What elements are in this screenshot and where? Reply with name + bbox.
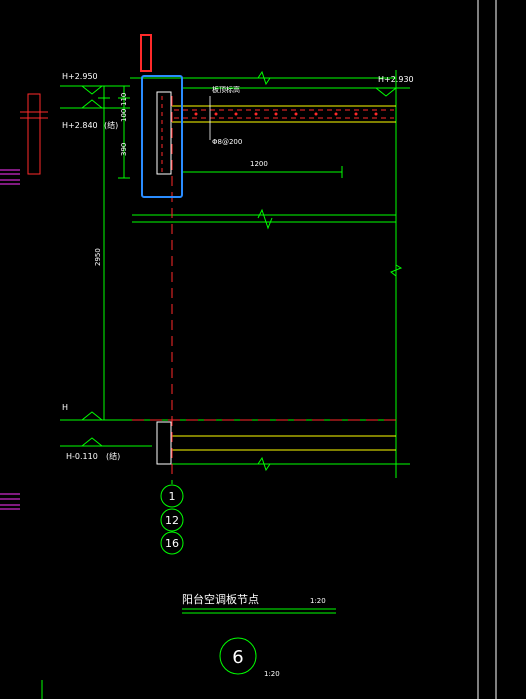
elev-bottom-left-1: H [62, 403, 68, 412]
elev-top-left-1: H+2.950 [62, 72, 98, 81]
red-highlight-box[interactable] [140, 34, 152, 72]
detail-marker-scale: 1:20 [264, 670, 280, 678]
elev-top-left-2-note: (结) [104, 120, 118, 130]
left-magenta-marks [0, 169, 20, 510]
dim-110: 110 [120, 93, 128, 106]
frame-border [477, 0, 497, 699]
rebar-dots [194, 112, 378, 116]
concrete-lines [172, 105, 396, 451]
callout-slab-label: 板顶标高 [212, 85, 240, 94]
dim-100: 100 [120, 109, 128, 122]
detail-marker-number: 6 [232, 647, 243, 668]
callout-rebar-label: Φ8@200 [212, 138, 242, 146]
axis-number-1: 1 [169, 490, 176, 503]
drawing-title: 阳台空调板节点 [182, 592, 259, 606]
elev-top-left-2: H+2.840 [62, 121, 98, 130]
elev-bottom-left-2-note: (结) [106, 451, 120, 461]
drawing-title-scale: 1:20 [310, 597, 326, 605]
axis-number-16: 16 [165, 537, 179, 550]
dim-390: 390 [120, 143, 128, 156]
wall-sections [156, 91, 172, 465]
elev-top-right: H+2.930 [378, 75, 414, 84]
left-red-section [20, 93, 48, 175]
cad-drawing-canvas: H+2.950 H+2.840 (结) H+2.930 H H-0.110 (结… [0, 0, 497, 699]
axis-number-12: 12 [165, 514, 179, 527]
rebar-and-axis [132, 96, 396, 480]
dim-1200: 1200 [250, 160, 268, 168]
dim-2950: 2950 [94, 248, 102, 266]
axis-circles [160, 480, 257, 675]
elev-bottom-left-2: H-0.110 [66, 452, 98, 461]
